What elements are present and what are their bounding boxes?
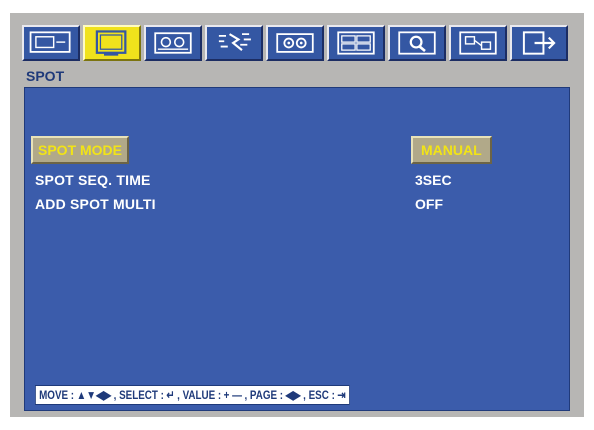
setting-label-spot-mode[interactable]: SPOT MODE: [31, 136, 130, 164]
spot-screen-icon: [95, 30, 127, 56]
tab-spot[interactable]: [83, 25, 141, 61]
setting-value-add-spot-multi[interactable]: OFF: [415, 196, 443, 212]
tab-search[interactable]: [388, 25, 446, 61]
settings-panel: SPOT MODE MANUAL SPOT SEQ. TIME 3SEC ADD…: [24, 87, 570, 411]
camera-icon: [154, 32, 192, 54]
setting-row-spot-seq-time[interactable]: SPOT SEQ. TIME 3SEC: [25, 168, 569, 192]
tab-monitor[interactable]: [22, 25, 80, 61]
osd-window: SPOT SPOT MODE MANUAL SPOT SEQ. TIME 3SE…: [10, 13, 584, 417]
setting-row-spot-mode[interactable]: SPOT MODE MANUAL: [25, 136, 569, 164]
help-bar: MOVE : ▲▼◀▶ , SELECT : ↵ , VALUE : + — ,…: [35, 385, 350, 405]
monitor-icon: [29, 31, 71, 53]
setting-value-spot-mode[interactable]: MANUAL: [411, 136, 492, 164]
tab-motion[interactable]: [205, 25, 263, 61]
tab-camera[interactable]: [144, 25, 202, 61]
arrow-keys-icon: ▲▼◀▶: [76, 388, 112, 402]
help-move-text: MOVE :: [39, 388, 75, 402]
tab-exit[interactable]: [510, 25, 568, 61]
setting-row-add-spot-multi[interactable]: ADD SPOT MULTI OFF: [25, 192, 569, 216]
help-select-text: , SELECT :: [113, 388, 164, 402]
plus-minus-icon: + —: [223, 388, 242, 402]
exit-icon: [522, 31, 556, 55]
tab-settings[interactable]: [266, 25, 324, 61]
tab-multiscreen[interactable]: [327, 25, 385, 61]
settings-icon: [276, 33, 314, 53]
page-arrows-icon: ◀▶: [285, 388, 301, 402]
page-title: SPOT: [26, 68, 65, 84]
search-icon: [398, 31, 436, 55]
multiscreen-icon: [337, 31, 375, 55]
help-esc-text: , ESC :: [303, 388, 335, 402]
help-page-text: , PAGE :: [244, 388, 284, 402]
setting-value-spot-seq-time[interactable]: 3SEC: [415, 172, 452, 188]
exit-key-icon: ⇥: [337, 388, 346, 402]
enter-key-icon: ↵: [166, 388, 175, 402]
setting-label-spot-seq-time: SPOT SEQ. TIME: [35, 172, 151, 188]
tab-network[interactable]: [449, 25, 507, 61]
menu-tab-bar: [22, 25, 572, 63]
network-icon: [459, 31, 497, 55]
help-value-text: , VALUE :: [177, 388, 222, 402]
motion-icon: [218, 33, 251, 51]
setting-label-add-spot-multi: ADD SPOT MULTI: [35, 196, 156, 212]
